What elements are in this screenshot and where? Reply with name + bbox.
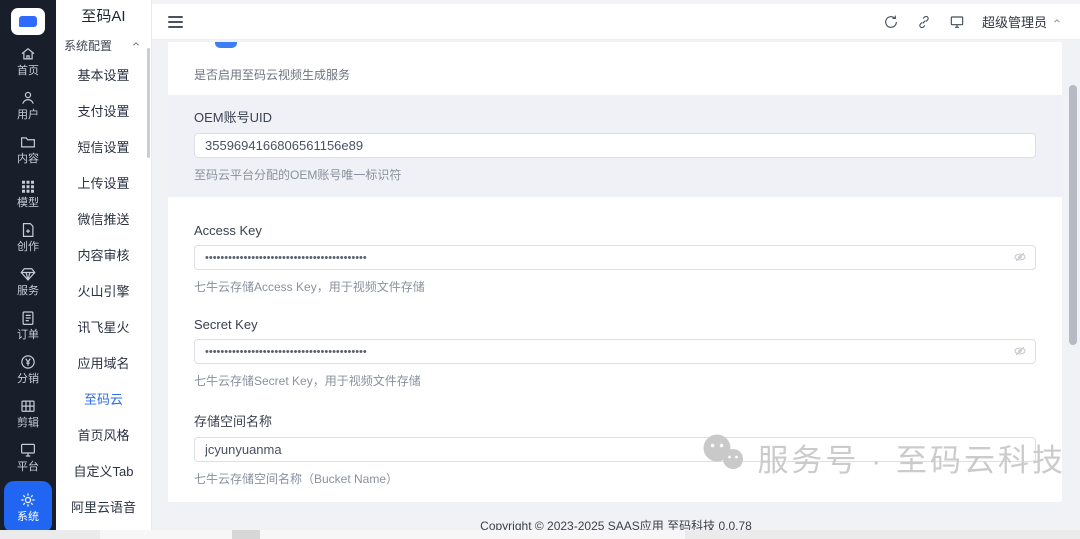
bottom-edge-strip <box>0 530 1080 539</box>
rail-item-distribution[interactable]: 分销 <box>4 347 52 391</box>
rail-item-label: 创作 <box>17 241 39 253</box>
user-menu[interactable]: 超级管理员 <box>982 12 1062 31</box>
field-label: OEM账号UID <box>194 110 273 125</box>
menu-toggle-icon[interactable] <box>168 13 183 31</box>
user-menu-label: 超级管理员 <box>981 15 1047 30</box>
gem-icon <box>19 265 37 283</box>
sidebar-scrollbar[interactable] <box>147 48 150 158</box>
rail-item-orders[interactable]: 订单 <box>4 303 52 347</box>
content-area: 是否启用至码云视频生成服务 OEM账号UID 至码云平台分配的OEM账号唯一标识… <box>152 40 1080 511</box>
rail-item-label: 剪辑 <box>17 417 39 429</box>
folder-icon <box>19 133 37 151</box>
field-help: 七牛云存储空间名称（Bucket Name） <box>194 472 399 486</box>
rail-item-label: 首页 <box>17 65 39 77</box>
sidebar-item-app-domain[interactable]: 应用域名 <box>56 346 151 382</box>
rail-item-users[interactable]: 用户 <box>4 83 52 127</box>
access-key-input[interactable] <box>194 245 1036 270</box>
refresh-icon[interactable] <box>883 14 899 30</box>
film-icon <box>19 397 37 415</box>
topbar-right: 超级管理员 <box>883 12 1062 31</box>
chevron-up-icon <box>1052 14 1062 29</box>
secret-key-input[interactable] <box>194 339 1036 364</box>
rail-item-label: 系统 <box>17 511 39 523</box>
secondary-sidebar: 至码AI 系统配置 基本设置 支付设置 短信设置 上传设置 微信推送 内容审核 … <box>56 0 152 539</box>
sidebar-item-xunfei-spark[interactable]: 讯飞星火 <box>56 310 151 346</box>
sidebar-app-title: 至码AI <box>81 8 126 25</box>
rail-item-label: 订单 <box>17 329 39 341</box>
gear-icon <box>19 491 37 509</box>
sidebar-item-zhimayun[interactable]: 至码云 <box>56 382 151 418</box>
app-root: 首页 用户 内容 模型 创作 服务 订单 分销 剪辑 平台 系统 至码AI 系统… <box>0 0 1080 539</box>
sidebar-item-aliyun-voice[interactable]: 阿里云语音 <box>56 490 151 526</box>
document-plus-icon <box>19 221 37 239</box>
home-icon <box>19 45 37 63</box>
rail-item-models[interactable]: 模型 <box>4 171 52 215</box>
sidebar-item-upload-settings[interactable]: 上传设置 <box>56 166 151 202</box>
app-logo[interactable] <box>11 8 45 35</box>
oem-uid-input[interactable] <box>194 133 1036 158</box>
order-list-icon <box>19 309 37 327</box>
field-help: 七牛云存储Access Key，用于视频文件存储 <box>194 280 425 294</box>
toggle-hint: 是否启用至码云视频生成服务 <box>194 68 351 82</box>
rail-item-label: 分销 <box>17 373 39 385</box>
rail-item-label: 平台 <box>17 461 39 473</box>
field-input-wrap <box>194 133 1036 158</box>
field-help: 至码云平台分配的OEM账号唯一标识符 <box>194 168 402 182</box>
bucket-name-input[interactable] <box>194 437 1036 462</box>
field-secret-key-section: Secret Key 七牛云存储Secret Key，用于视频文件存储 <box>194 317 1036 389</box>
field-label: 存储空间名称 <box>194 414 273 429</box>
sidebar-item-content-review[interactable]: 内容审核 <box>56 238 151 274</box>
main-scrollbar[interactable] <box>1069 85 1077 345</box>
rail-item-system[interactable]: 系统 <box>4 481 52 533</box>
field-input-wrap <box>194 339 1036 364</box>
rail-item-platform[interactable]: 平台 <box>4 435 52 479</box>
rail-item-label: 内容 <box>17 153 39 165</box>
user-icon <box>19 89 37 107</box>
eye-off-icon[interactable] <box>1013 344 1027 358</box>
yuan-circle-icon <box>19 353 37 371</box>
rail-item-create[interactable]: 创作 <box>4 215 52 259</box>
field-input-wrap <box>194 245 1036 270</box>
grid-icon <box>19 177 37 195</box>
sidebar-item-volcano-engine[interactable]: 火山引擎 <box>56 274 151 310</box>
field-access-key-section: Access Key 七牛云存储Access Key，用于视频文件存储 <box>194 223 1036 295</box>
bottom-strip-segment <box>100 530 685 539</box>
sidebar-item-basic-settings[interactable]: 基本设置 <box>56 58 151 94</box>
eye-off-icon[interactable] <box>1013 250 1027 264</box>
field-bucket-name-section: 存储空间名称 七牛云存储空间名称（Bucket Name） <box>194 411 1036 487</box>
field-label: Secret Key <box>194 317 258 332</box>
rail-item-label: 模型 <box>17 197 39 209</box>
sidebar-item-payment-settings[interactable]: 支付设置 <box>56 94 151 130</box>
monitor-icon <box>19 441 37 459</box>
toggle-switch[interactable] <box>215 42 237 48</box>
link-icon[interactable] <box>916 14 932 30</box>
monitor-icon[interactable] <box>949 14 965 30</box>
rail-item-clips[interactable]: 剪辑 <box>4 391 52 435</box>
sidebar-item-sms-settings[interactable]: 短信设置 <box>56 130 151 166</box>
topbar: 超级管理员 <box>152 4 1080 40</box>
bottom-strip-segment <box>232 530 260 539</box>
field-label: Access Key <box>194 223 262 238</box>
main-area: 超级管理员 是否启用至码云视频生成服务 OEM账号UID 至码云平台分配的OEM… <box>152 0 1080 539</box>
sidebar-group-system-config[interactable]: 系统配置 <box>56 32 151 58</box>
primary-sidebar: 首页 用户 内容 模型 创作 服务 订单 分销 剪辑 平台 系统 <box>0 0 56 539</box>
rail-item-content[interactable]: 内容 <box>4 127 52 171</box>
rail-item-services[interactable]: 服务 <box>4 259 52 303</box>
rail-item-label: 服务 <box>17 285 39 297</box>
rail-item-label: 用户 <box>17 109 39 121</box>
sidebar-item-wechat-push[interactable]: 微信推送 <box>56 202 151 238</box>
field-input-wrap <box>194 437 1036 462</box>
sidebar-item-home-style[interactable]: 首页风格 <box>56 418 151 454</box>
sidebar-item-custom-tab[interactable]: 自定义Tab <box>56 454 151 490</box>
rail-item-home[interactable]: 首页 <box>4 39 52 83</box>
chevron-up-icon <box>131 38 141 52</box>
field-oem-uid-section: OEM账号UID 至码云平台分配的OEM账号唯一标识符 <box>168 95 1062 197</box>
app-logo-icon <box>19 16 37 27</box>
settings-form-card: 是否启用至码云视频生成服务 OEM账号UID 至码云平台分配的OEM账号唯一标识… <box>168 42 1062 502</box>
sidebar-group-label: 系统配置 <box>64 38 113 53</box>
field-help: 七牛云存储Secret Key，用于视频文件存储 <box>194 374 421 388</box>
